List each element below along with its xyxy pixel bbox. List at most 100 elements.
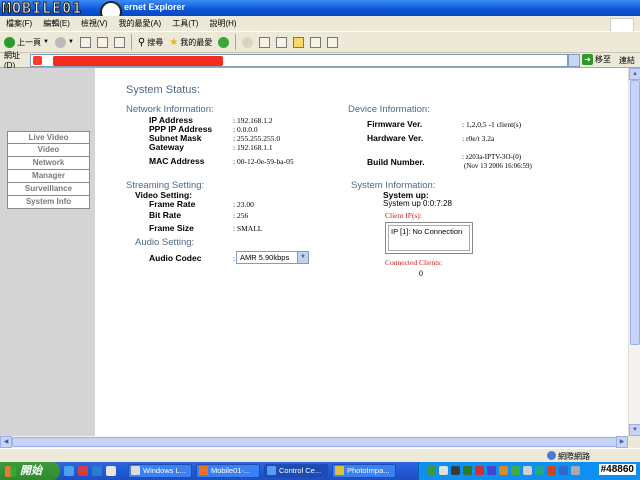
framesize-value: : SMALL — [233, 224, 263, 233]
mail-icon[interactable] — [242, 36, 254, 48]
home-icon[interactable] — [113, 36, 125, 48]
framerate-value: : 23.00 — [233, 200, 254, 209]
scroll-left-icon[interactable]: ◀ — [0, 436, 12, 448]
menu-favorites[interactable]: 我的最愛(A) — [119, 18, 162, 29]
tray-icon[interactable] — [523, 466, 532, 475]
watermark-text: MOBILE01 — [1, 0, 83, 17]
task-windows-live[interactable]: Windows L... — [128, 464, 192, 478]
toolbar-separator — [235, 34, 237, 50]
nav-item-video[interactable]: Video — [7, 144, 90, 157]
search-button[interactable]: ⚲ 搜尋 — [138, 33, 163, 51]
tray-icon[interactable] — [499, 466, 508, 475]
audio-codec-select[interactable]: AMR 5.90kbps ▼ — [236, 251, 309, 264]
nav-item-surveillance[interactable]: Surveillance — [7, 183, 90, 196]
task-mobile01[interactable]: Mobile01-... — [196, 464, 260, 478]
stop-icon[interactable] — [79, 36, 91, 48]
edit-icon[interactable] — [276, 36, 288, 48]
address-bar: 網址(D) ➜ 移至 連結 — [0, 51, 640, 70]
gateway-label: Gateway — [149, 142, 184, 152]
task-label: Mobile01-... — [211, 466, 251, 475]
menu-edit[interactable]: 編輯(E) — [43, 18, 70, 29]
go-button[interactable]: ➜ 移至 — [582, 54, 611, 65]
tray-icon[interactable] — [571, 466, 580, 475]
page-title: System Status: — [126, 84, 200, 96]
menu-view[interactable]: 檢視(V) — [81, 18, 108, 29]
tray-icon[interactable] — [451, 466, 460, 475]
nav-item-system-info[interactable]: System Info — [7, 196, 90, 209]
back-arrow-icon — [4, 36, 15, 48]
tray-clock[interactable]: #48860 — [598, 464, 636, 475]
system-tray: #48860 — [418, 462, 640, 480]
tray-icon[interactable] — [463, 466, 472, 475]
horizontal-scroll-thumb[interactable] — [12, 437, 617, 447]
nav-item-manager[interactable]: Manager — [7, 170, 90, 183]
forward-arrow-icon — [54, 36, 66, 48]
menu-tools[interactable]: 工具(T) — [172, 18, 198, 29]
quicklaunch-media-icon[interactable] — [92, 466, 102, 476]
nav-item-live-video[interactable]: Live Video — [7, 131, 90, 144]
nav-item-network[interactable]: Network — [7, 157, 90, 170]
globe-icon — [547, 451, 556, 460]
title-bar: MOBILE01 ernet Explorer — [0, 0, 640, 23]
ppp-value: : 0.0.0.0 — [233, 125, 258, 134]
folder-icon[interactable] — [293, 36, 305, 48]
bitrate-label: Bit Rate — [149, 210, 182, 220]
print-icon[interactable] — [259, 36, 271, 48]
hardware-value: : r0e/t 3.2a — [462, 134, 495, 143]
start-button[interactable]: 開始 — [0, 462, 60, 480]
favorites-button[interactable]: ★ 我的最愛 — [169, 33, 212, 51]
client-ip-listbox[interactable]: IP [1]: No Connection — [385, 222, 473, 254]
back-button[interactable]: 上一頁 ▼ — [4, 33, 49, 51]
gateway-value: : 192.168.1.1 — [233, 143, 273, 152]
tray-icon[interactable] — [475, 466, 484, 475]
scroll-down-icon[interactable]: ▼ — [629, 424, 640, 436]
tray-icon[interactable] — [439, 466, 448, 475]
address-input[interactable] — [30, 54, 568, 67]
quicklaunch-desktop-icon[interactable] — [106, 466, 116, 476]
build-value-2: (Nov 13 2006 16:06:59) — [464, 162, 532, 170]
bitrate-value: : 256 — [233, 211, 249, 220]
forward-button[interactable]: ▼ — [54, 33, 74, 51]
tray-icon[interactable] — [487, 466, 496, 475]
quicklaunch-app-icon[interactable] — [78, 466, 88, 476]
tray-icon[interactable] — [511, 466, 520, 475]
favorites-label: 我的最愛 — [180, 37, 213, 47]
messenger-icon[interactable] — [310, 36, 322, 48]
refresh-icon[interactable] — [96, 36, 108, 48]
connected-clients-label: Connected Clients: — [385, 258, 443, 267]
back-label: 上一頁 — [17, 37, 41, 47]
tray-icon[interactable] — [559, 466, 568, 475]
links-button[interactable]: 連結 — [619, 55, 635, 66]
tray-icon[interactable] — [535, 466, 544, 475]
vertical-scrollbar[interactable]: ▲ ▼ — [628, 68, 640, 436]
client-ip-label: Client IP(s): — [385, 211, 422, 220]
address-dropdown-icon[interactable] — [568, 54, 580, 67]
vertical-scroll-thumb[interactable] — [630, 80, 640, 345]
system-up-value: System up 0:0:7:28 — [383, 199, 452, 208]
framerate-label: Frame Rate — [149, 199, 196, 209]
scroll-right-icon[interactable]: ▶ — [616, 436, 628, 448]
left-pane: Live Video Video Network Manager Surveil… — [0, 68, 95, 436]
firefox-icon — [199, 466, 208, 475]
tray-icon[interactable] — [427, 466, 436, 475]
media-icon[interactable] — [218, 36, 230, 48]
task-label: Windows L... — [143, 466, 186, 475]
scroll-up-icon[interactable]: ▲ — [629, 68, 640, 80]
tray-icon[interactable] — [547, 466, 556, 475]
menu-file[interactable]: 檔案(F) — [6, 18, 32, 29]
menu-help[interactable]: 說明(H) — [209, 18, 236, 29]
research-icon[interactable] — [327, 36, 339, 48]
window-icon — [131, 466, 140, 475]
taskbar: 開始 Windows L... Mobile01-... Control Ce.… — [0, 462, 640, 480]
horizontal-scrollbar[interactable]: ◀ ▶ — [0, 436, 628, 448]
search-icon: ⚲ — [137, 36, 146, 48]
task-control-center[interactable]: Control Ce... — [264, 464, 328, 478]
audio-codec-value: AMR 5.90kbps — [240, 253, 290, 262]
windows-flag-icon — [5, 466, 16, 477]
chevron-down-icon[interactable]: ▼ — [297, 252, 308, 263]
chevron-down-icon: ▼ — [67, 39, 74, 45]
build-label: Build Number. — [367, 157, 425, 167]
ie-icon — [267, 466, 276, 475]
quicklaunch-ie-icon[interactable] — [64, 466, 74, 476]
task-photoimpact[interactable]: PhotoImpa... — [332, 464, 396, 478]
